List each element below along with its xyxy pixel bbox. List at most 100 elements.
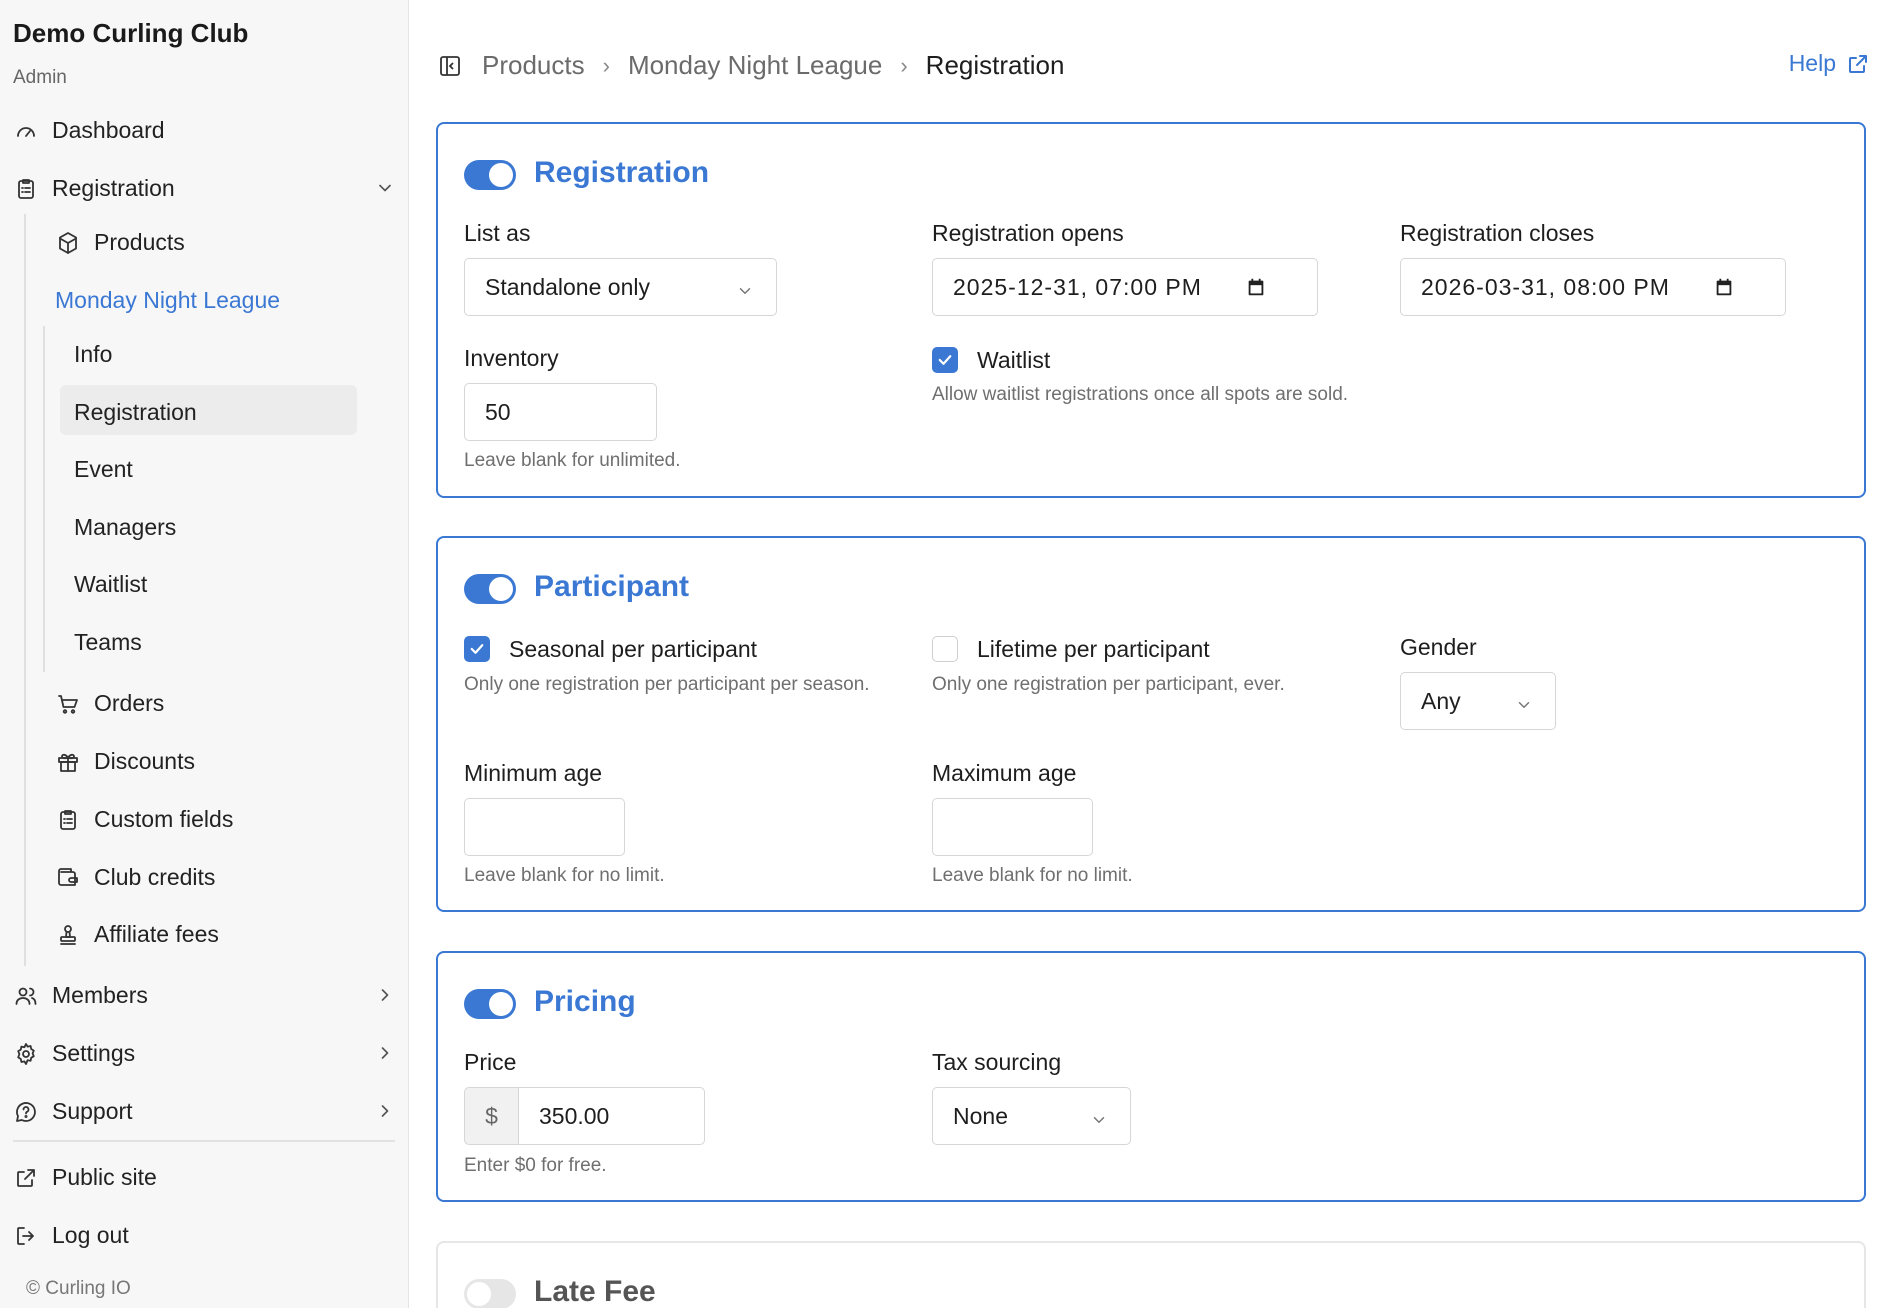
wallet-icon	[55, 865, 81, 891]
chevron-down-icon	[736, 279, 754, 297]
nav-dashboard-label: Dashboard	[52, 117, 165, 143]
breadcrumb-separator: ›	[602, 52, 610, 78]
chevron-right-icon[interactable]	[375, 1043, 395, 1063]
seasonal-hint: Only one registration per participant pe…	[464, 674, 870, 695]
sidebar-divider	[13, 1140, 395, 1142]
max-age-label: Maximum age	[932, 760, 1077, 786]
registration-card-title: Registration	[534, 156, 710, 189]
list-as-select[interactable]: Standalone only	[464, 258, 777, 316]
nav-support-label: Support	[52, 1098, 133, 1124]
participant-toggle[interactable]	[464, 574, 516, 604]
check-icon	[470, 644, 484, 654]
calendar-icon[interactable]	[1713, 276, 1735, 298]
subnav-info[interactable]: Info	[74, 341, 112, 368]
pricing-toggle[interactable]	[464, 989, 516, 1019]
cart-icon	[55, 691, 81, 717]
users-icon	[13, 983, 39, 1009]
late-fee-toggle[interactable]	[464, 1279, 516, 1308]
inventory-label: Inventory	[464, 345, 559, 371]
nav-affiliate-fees[interactable]: Affiliate fees	[55, 921, 219, 948]
nav-orders-label: Orders	[94, 690, 165, 716]
nav-products-label: Products	[94, 229, 185, 255]
gear-icon	[13, 1041, 39, 1067]
sidebar-toggle-icon[interactable]	[438, 54, 462, 78]
nav-log-out[interactable]: Log out	[13, 1222, 129, 1249]
seasonal-checkbox[interactable]	[464, 636, 490, 662]
nav-registration[interactable]: Registration	[13, 175, 175, 202]
nav-club-credits-label: Club credits	[94, 864, 216, 890]
nav-product-monday-night-league[interactable]: Monday Night League	[55, 287, 280, 314]
nav-settings[interactable]: Settings	[13, 1040, 135, 1067]
participant-card: Participant Seasonal per participant Onl…	[436, 536, 1866, 912]
nav-public-site-label: Public site	[52, 1164, 157, 1190]
subnav-registration[interactable]: Registration	[74, 399, 197, 426]
nav-affiliate-fees-label: Affiliate fees	[94, 921, 219, 947]
subnav-managers[interactable]: Managers	[74, 514, 176, 541]
chevron-right-icon[interactable]	[375, 985, 395, 1005]
help-label: Help	[1788, 50, 1836, 76]
registration-closes-value: 2026-03-31, 08:00 PM	[1421, 273, 1670, 300]
waitlist-hint: Allow waitlist registrations once all sp…	[932, 384, 1349, 405]
gender-value: Any	[1421, 687, 1461, 714]
chevron-down-icon	[1090, 1108, 1108, 1126]
max-age-hint: Leave blank for no limit.	[932, 865, 1133, 886]
club-name: Demo Curling Club	[13, 18, 249, 48]
breadcrumb-products[interactable]: Products	[482, 50, 585, 81]
breadcrumb-product[interactable]: Monday Night League	[628, 50, 882, 81]
registration-opens-value: 2025-12-31, 07:00 PM	[953, 273, 1202, 300]
registration-closes-input[interactable]: 2026-03-31, 08:00 PM	[1400, 258, 1786, 316]
chevron-down-icon	[1515, 693, 1533, 711]
price-input[interactable]	[518, 1087, 705, 1145]
lifetime-label: Lifetime per participant	[977, 636, 1210, 662]
registration-toggle[interactable]	[464, 160, 516, 190]
min-age-hint: Leave blank for no limit.	[464, 865, 665, 886]
sidebar: Demo Curling Club Admin Dashboard Regist…	[0, 0, 409, 1308]
seasonal-label: Seasonal per participant	[509, 636, 758, 662]
chevron-down-icon[interactable]	[375, 178, 395, 198]
waitlist-checkbox[interactable]	[932, 347, 958, 373]
subnav-waitlist[interactable]: Waitlist	[74, 571, 147, 598]
external-link-icon	[1849, 54, 1867, 73]
nav-discounts[interactable]: Discounts	[55, 748, 195, 775]
price-hint: Enter $0 for free.	[464, 1155, 607, 1176]
gift-icon	[55, 749, 81, 775]
nav-custom-fields[interactable]: Custom fields	[55, 806, 233, 833]
nav-custom-fields-label: Custom fields	[94, 806, 234, 832]
nav-orders[interactable]: Orders	[55, 690, 164, 717]
nav-products[interactable]: Products	[55, 229, 185, 256]
tax-sourcing-label: Tax sourcing	[932, 1049, 1062, 1075]
tree-line-sub	[43, 326, 45, 672]
tax-sourcing-select[interactable]: None	[932, 1087, 1131, 1145]
chevron-right-icon[interactable]	[375, 1101, 395, 1121]
gender-select[interactable]: Any	[1400, 672, 1556, 730]
clipboard-icon	[13, 176, 39, 202]
lifetime-checkbox[interactable]	[932, 636, 958, 662]
nav-log-out-label: Log out	[52, 1222, 129, 1248]
subnav-event[interactable]: Event	[74, 456, 133, 483]
stamp-icon	[55, 922, 81, 948]
late-fee-card-title: Late Fee	[534, 1275, 656, 1308]
breadcrumb: Products › Monday Night League › Registr…	[438, 50, 1064, 81]
nav-public-site[interactable]: Public site	[13, 1164, 157, 1191]
nav-support[interactable]: Support	[13, 1098, 133, 1125]
nav-members-label: Members	[52, 982, 148, 1008]
copyright: © Curling IO	[26, 1278, 131, 1299]
inventory-input[interactable]	[464, 383, 657, 441]
registration-opens-label: Registration opens	[932, 220, 1124, 246]
subnav-teams[interactable]: Teams	[74, 629, 142, 656]
main-content: Products › Monday Night League › Registr…	[410, 0, 1888, 1308]
user-role: Admin	[13, 67, 67, 88]
registration-opens-input[interactable]: 2025-12-31, 07:00 PM	[932, 258, 1318, 316]
nav-club-credits[interactable]: Club credits	[55, 864, 215, 891]
price-label: Price	[464, 1049, 517, 1075]
max-age-input[interactable]	[932, 798, 1093, 856]
help-link[interactable]: Help	[1789, 50, 1870, 77]
min-age-input[interactable]	[464, 798, 625, 856]
nav-members[interactable]: Members	[13, 982, 148, 1009]
nav-settings-label: Settings	[52, 1040, 136, 1066]
nav-dashboard[interactable]: Dashboard	[13, 117, 165, 144]
calendar-icon[interactable]	[1245, 276, 1267, 298]
external-link-icon	[13, 1165, 39, 1191]
lifetime-hint: Only one registration per participant, e…	[932, 674, 1285, 695]
help-circle-icon	[13, 1099, 39, 1125]
